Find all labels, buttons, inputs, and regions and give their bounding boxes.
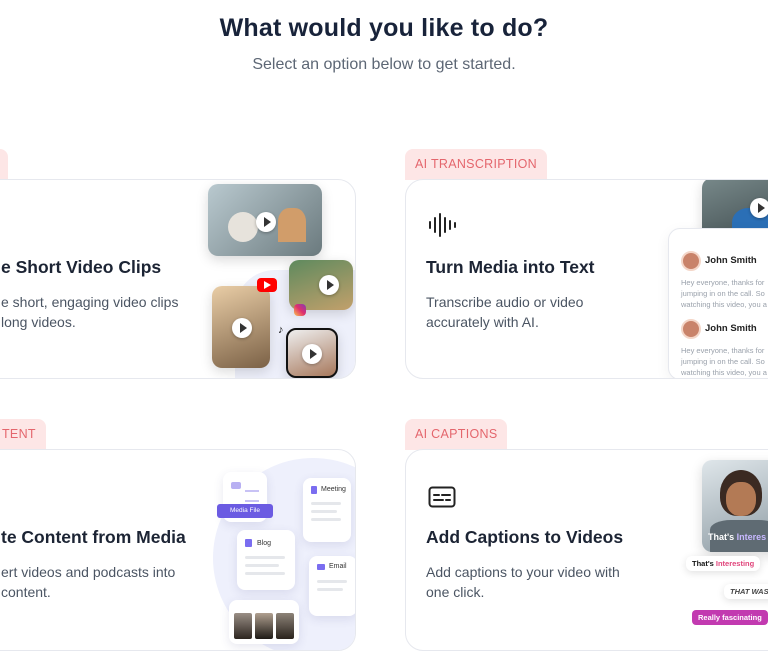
meeting-card: Meeting <box>303 478 351 542</box>
card-short-video-clips[interactable]: e Short Video Clips e short, engaging vi… <box>0 179 356 379</box>
book-icon <box>245 539 252 547</box>
caption-overlay: That's Interes <box>708 532 767 542</box>
waveform-icon <box>429 213 456 237</box>
avatar <box>681 319 701 339</box>
video-thumbnail <box>208 184 322 256</box>
card-desc-line1: e short, engaging video clips <box>1 294 179 310</box>
transcript-text: Hey everyone, thanks for jumping in on t… <box>681 278 767 309</box>
card-turn-media-into-text[interactable]: Turn Media into Text Transcribe audio or… <box>405 179 768 379</box>
page-subtitle: Select an option below to get started. <box>252 56 516 73</box>
card-desc-line1: ert videos and podcasts into <box>1 564 176 580</box>
video-camera-icon <box>231 482 241 489</box>
card-title: Add Captions to Videos <box>426 527 624 547</box>
video-thumbnail: That's Interes <box>702 460 768 552</box>
tiktok-icon: ♪ <box>278 324 284 336</box>
speaker-name: John Smith <box>705 323 757 334</box>
play-icon <box>256 212 276 232</box>
instagram-icon <box>294 304 306 316</box>
card-desc-line2: one click. <box>426 584 485 600</box>
play-icon <box>302 344 322 364</box>
card-add-captions-to-videos[interactable]: Add Captions to Videos Add captions to y… <box>405 449 768 651</box>
youtube-icon <box>257 278 277 292</box>
shorts-card <box>229 600 299 644</box>
card-tag-content: TENT <box>0 419 46 450</box>
blog-card: Blog <box>237 530 295 590</box>
card-tag-transcription: AI TRANSCRIPTION <box>405 149 547 180</box>
caption-style-1: That's Interesting <box>686 556 761 571</box>
video-thumbnail <box>212 286 270 368</box>
caption-style-2: THAT WAS AM <box>724 584 768 599</box>
play-icon <box>232 318 252 338</box>
card-desc-line1: Add captions to your video with <box>426 564 620 580</box>
card-title: te Content from Media <box>1 527 186 547</box>
page-title: What would you like to do? <box>219 14 549 42</box>
card-desc-line1: Transcribe audio or video <box>426 294 584 310</box>
video-thumbnail <box>286 328 338 378</box>
email-card: Email <box>309 556 355 616</box>
blog-label: Blog <box>257 540 272 547</box>
card-desc-line2: long videos. <box>1 314 76 330</box>
meeting-label: Meeting <box>321 486 346 493</box>
transcript-panel: John Smith Hey everyone, thanks for jump… <box>668 228 768 378</box>
speaker-name: John Smith <box>705 255 757 266</box>
play-icon <box>750 198 768 218</box>
avatar <box>681 251 701 271</box>
card-title: e Short Video Clips <box>1 257 162 277</box>
card-tag-clips <box>0 149 8 180</box>
card-desc-line2: accurately with AI. <box>426 314 539 330</box>
card-create-content-from-media[interactable]: te Content from Media ert videos and pod… <box>0 449 356 651</box>
email-label: Email <box>329 563 347 570</box>
video-thumbnail <box>289 260 353 310</box>
captions-icon <box>428 486 456 508</box>
caption-style-3: Really fascinating <box>692 610 768 625</box>
card-tag-captions: AI CAPTIONS <box>405 419 508 450</box>
media-file-label: Media File <box>217 504 273 518</box>
document-icon <box>311 486 317 494</box>
transcript-text: Hey everyone, thanks for jumping in on t… <box>681 346 767 377</box>
audio-wave-icon <box>245 490 259 502</box>
mail-icon <box>317 564 325 570</box>
card-desc-line2: content. <box>1 584 51 600</box>
card-title: Turn Media into Text <box>426 257 595 277</box>
play-icon <box>319 275 339 295</box>
